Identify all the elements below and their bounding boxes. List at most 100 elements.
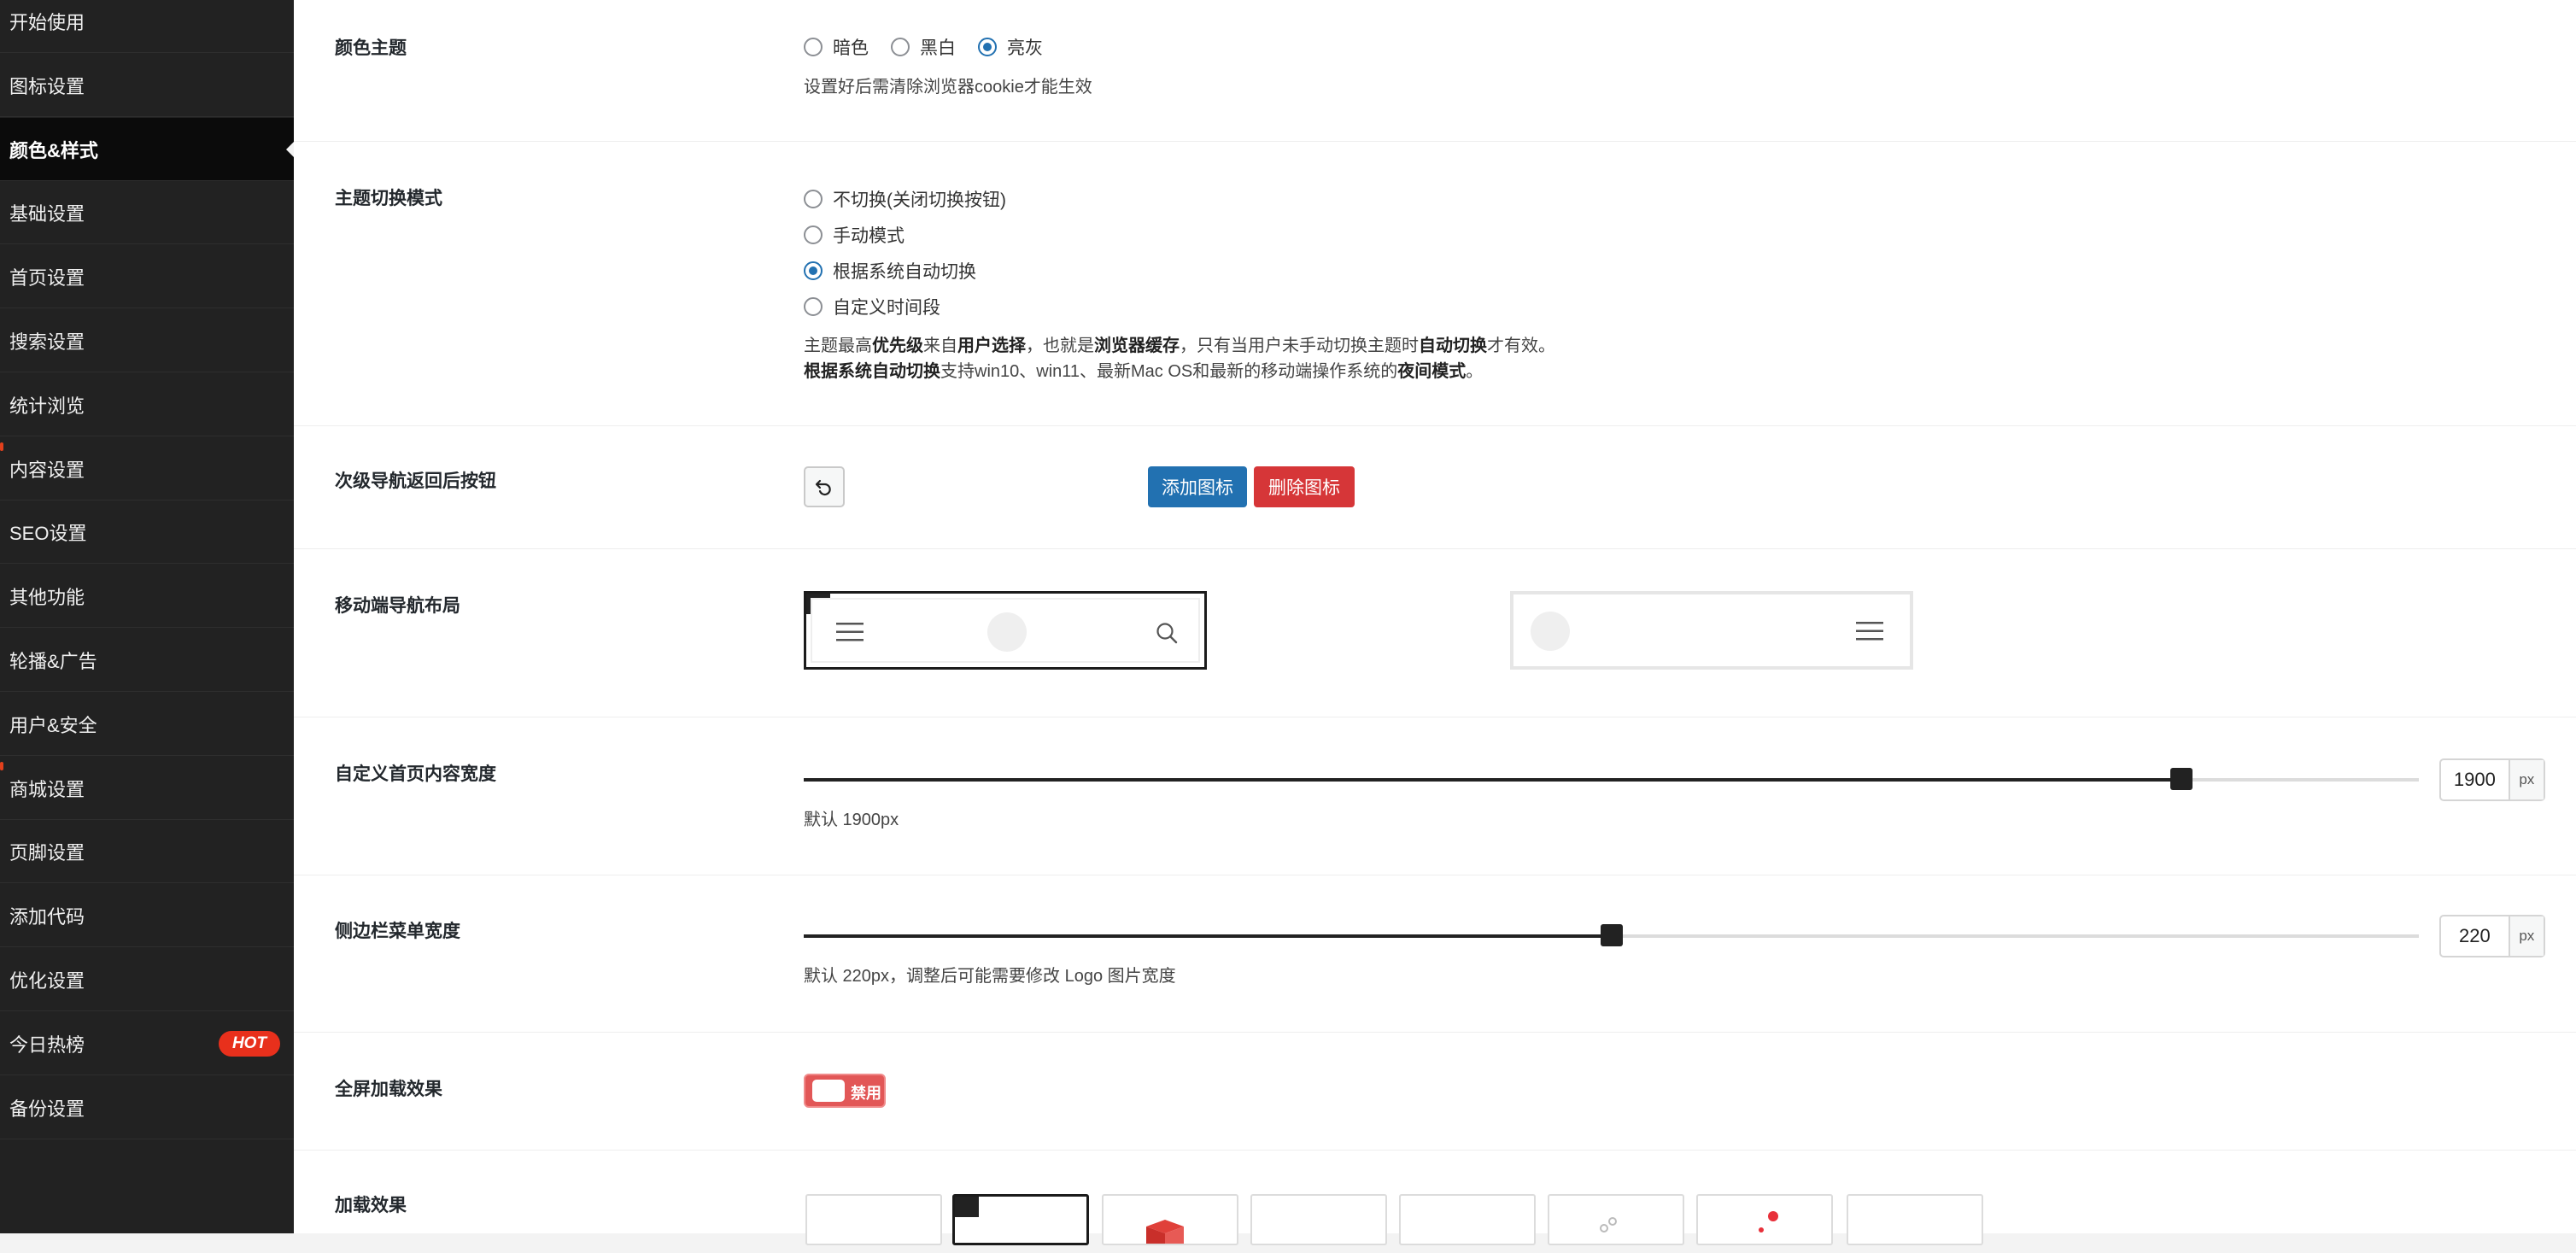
sidebar-item[interactable]: 轮播&广告 — [0, 629, 294, 692]
theme-switch-description: 主题最高优先级来自用户选择，也就是浏览器缓存，只有当用户未手动切换主题时自动切换… — [804, 333, 1555, 384]
description-line-1: 主题最高优先级来自用户选择，也就是浏览器缓存，只有当用户未手动切换主题时自动切换… — [804, 337, 1555, 355]
sidebar-width-slider[interactable] — [804, 924, 2419, 946]
radio-button[interactable] — [804, 297, 823, 316]
new-marker — [0, 442, 3, 451]
radio-button[interactable] — [804, 225, 823, 244]
admin-sidebar: 开始使用图标设置颜色&样式基础设置首页设置搜索设置统计浏览内容设置 SEO设置其他… — [0, 0, 294, 1233]
sidebar-item-label: 用户&安全 — [9, 714, 97, 736]
sidebar-item[interactable]: 用户&安全 — [0, 693, 294, 756]
sidebar-item[interactable]: 优化设置 — [0, 948, 294, 1011]
sidebar-item[interactable]: 统计浏览 — [0, 373, 294, 436]
mobile-layout-option-2[interactable] — [1510, 591, 1913, 670]
radio-button[interactable] — [804, 38, 823, 56]
loading-effect-option-1[interactable] — [805, 1194, 942, 1245]
home-width-row: 自定义首页内容宽度 1900 px 默认 1900px — [294, 717, 2576, 875]
loading-effect-option-8[interactable] — [1847, 1194, 1983, 1245]
sidebar-item[interactable]: 内容设置 — [0, 437, 294, 501]
radio-theme-bw[interactable]: 黑白 — [891, 34, 956, 60]
dots-loader-icon — [1600, 1217, 1617, 1233]
sidebar-item-label: 首页设置 — [9, 266, 85, 289]
sidebar-item-label: 添加代码 — [9, 905, 85, 928]
color-theme-title: 颜色主题 — [335, 38, 407, 58]
mobile-nav-layout-title: 移动端导航布局 — [335, 596, 460, 616]
color-theme-description: 设置好后需清除浏览器cookie才能生效 — [804, 78, 1092, 97]
logo-placeholder-circle — [1531, 612, 1570, 651]
home-width-input[interactable]: 1900 px — [2439, 758, 2545, 801]
loading-effect-option-4[interactable] — [1250, 1194, 1387, 1245]
mobile-nav-layout-row: 移动端导航布局 — [294, 549, 2576, 717]
sidebar-item[interactable]: 颜色&样式 — [0, 118, 294, 181]
loading-effect-option-3[interactable] — [1102, 1194, 1238, 1245]
home-width-note: 默认 1900px — [804, 811, 899, 829]
radio-no-switch[interactable]: 不切换(关闭切换按钮) — [804, 186, 1006, 212]
sidebar-item[interactable]: 商城设置 — [0, 757, 294, 820]
radio-theme-light-gray[interactable]: 亮灰 — [978, 34, 1043, 60]
radio-label: 手动模式 — [833, 226, 905, 246]
sub-nav-back-row: 次级导航返回后按钮 — [294, 426, 2576, 549]
radio-theme-dark[interactable]: 暗色 — [804, 34, 869, 60]
radio-auto-system[interactable]: 根据系统自动切换 — [804, 258, 976, 284]
sidebar-width-title: 侧边栏菜单宽度 — [335, 922, 460, 941]
unit-label: px — [2508, 916, 2544, 956]
sidebar-item-label: 搜索设置 — [9, 331, 85, 353]
sidebar-item-label: 内容设置 — [9, 459, 85, 481]
cube-loader-icon — [1146, 1220, 1184, 1244]
hot-badge: HOT — [219, 1030, 280, 1057]
radio-button[interactable] — [804, 190, 823, 208]
sidebar-item[interactable]: 添加代码 — [0, 884, 294, 947]
number-value[interactable]: 220 — [2441, 916, 2509, 956]
sidebar-item[interactable]: 今日热榜 HOT — [0, 1012, 294, 1075]
loading-effect-option-5[interactable] — [1399, 1194, 1536, 1245]
sidebar-width-input[interactable]: 220 px — [2439, 915, 2545, 957]
sidebar-item[interactable]: 基础设置 — [0, 181, 294, 244]
sidebar-item[interactable]: 搜索设置 — [0, 309, 294, 372]
logo-placeholder-circle — [987, 612, 1027, 652]
radio-custom-time[interactable]: 自定义时间段 — [804, 294, 940, 319]
sidebar-item[interactable]: 开始使用 — [0, 0, 294, 53]
sidebar-item-label: 统计浏览 — [9, 395, 85, 417]
radio-button-checked[interactable] — [978, 38, 997, 56]
home-width-slider[interactable] — [804, 768, 2419, 790]
radio-label: 黑白 — [920, 38, 956, 58]
radio-manual[interactable]: 手动模式 — [804, 222, 905, 248]
radio-button[interactable] — [891, 38, 910, 56]
dots-loader-icon — [1759, 1211, 1778, 1233]
new-marker — [0, 762, 3, 770]
fullscreen-loading-row: 全屏加载效果 — [294, 1033, 2576, 1151]
loading-effect-title: 加载效果 — [335, 1196, 407, 1215]
radio-label: 根据系统自动切换 — [833, 262, 976, 282]
sidebar-item-label: 颜色&样式 — [9, 139, 98, 161]
sidebar-item[interactable]: 其他功能 — [0, 565, 294, 628]
sidebar-item-label: SEO设置 — [9, 522, 87, 544]
sidebar-item-label: 其他功能 — [9, 586, 85, 608]
toggle-label: 禁用 — [851, 1085, 881, 1102]
slider-handle[interactable] — [1601, 924, 1623, 946]
radio-button-checked[interactable] — [804, 261, 823, 280]
fullscreen-loading-title: 全屏加载效果 — [335, 1080, 442, 1099]
sidebar-item-label: 商城设置 — [9, 778, 85, 800]
sidebar-item-label: 图标设置 — [9, 75, 85, 97]
sidebar-item-label: 轮播&广告 — [9, 650, 97, 672]
number-value[interactable]: 1900 — [2441, 760, 2509, 799]
delete-icon-button[interactable]: 删除图标 — [1254, 466, 1355, 507]
sidebar-item-label: 页脚设置 — [9, 841, 85, 864]
slider-fill — [804, 778, 2181, 782]
radio-label: 不切换(关闭切换按钮) — [833, 190, 1006, 210]
sidebar-item[interactable]: 页脚设置 — [0, 820, 294, 883]
loading-effect-option-7[interactable] — [1696, 1194, 1833, 1245]
mobile-layout-option-1-selected[interactable] — [804, 591, 1207, 670]
slider-fill — [804, 934, 1612, 938]
sidebar-item-label: 备份设置 — [9, 1098, 85, 1120]
sidebar-item[interactable]: SEO设置 — [0, 501, 294, 564]
sidebar-item[interactable]: 备份设置 — [0, 1076, 294, 1139]
loading-effect-option-2-selected[interactable] — [952, 1194, 1089, 1245]
reset-icon-button[interactable] — [804, 466, 845, 507]
fullscreen-loading-toggle[interactable]: 禁用 — [804, 1074, 886, 1108]
hamburger-menu-icon — [836, 623, 864, 641]
loading-effect-option-6[interactable] — [1548, 1194, 1684, 1245]
sidebar-item[interactable]: 图标设置 — [0, 54, 294, 117]
slider-handle[interactable] — [2170, 768, 2193, 790]
sidebar-item[interactable]: 首页设置 — [0, 245, 294, 308]
sidebar-item-label: 优化设置 — [9, 969, 85, 992]
add-icon-button[interactable]: 添加图标 — [1148, 466, 1247, 507]
